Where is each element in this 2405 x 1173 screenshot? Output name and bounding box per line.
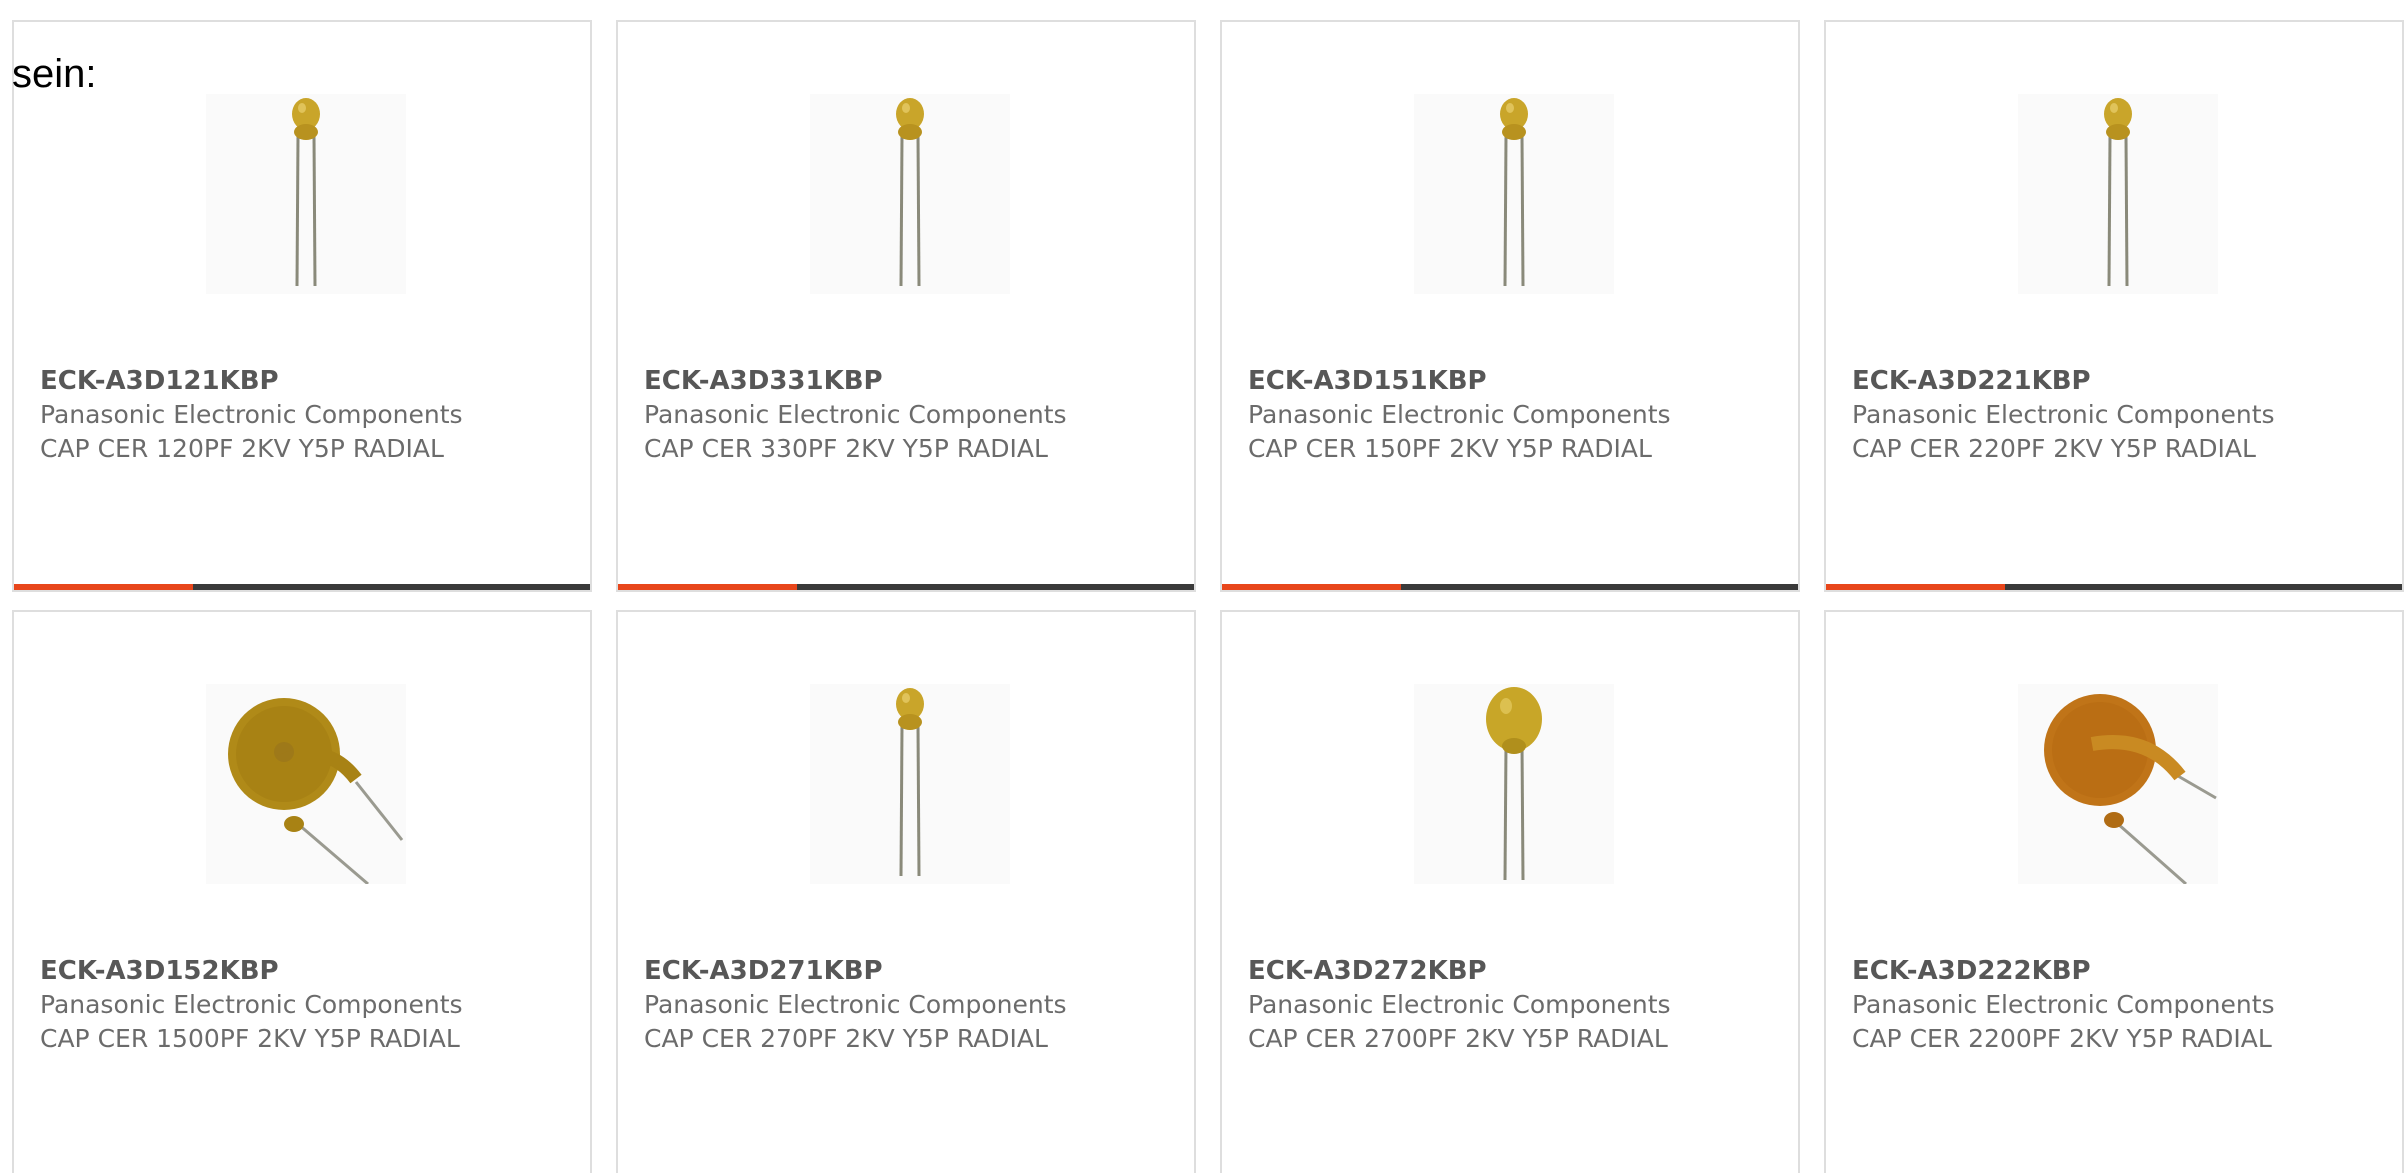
product-image: [2018, 684, 2218, 884]
manufacturer: Panasonic Electronic Components: [40, 400, 463, 429]
part-number[interactable]: ECK-A3D152KBP: [40, 954, 564, 988]
description: CAP CER 2200PF 2KV Y5P RADIAL: [1852, 1024, 2272, 1053]
product-card[interactable]: ECK-A3D151KBP Panasonic Electronic Compo…: [1220, 20, 1800, 592]
product-image: [810, 684, 1010, 884]
product-info: ECK-A3D151KBP Panasonic Electronic Compo…: [1248, 364, 1772, 466]
product-card[interactable]: ECK-A3D271KBP Panasonic Electronic Compo…: [616, 610, 1196, 1173]
product-info: ECK-A3D271KBP Panasonic Electronic Compo…: [644, 954, 1168, 1056]
product-image: [206, 684, 406, 884]
description: CAP CER 220PF 2KV Y5P RADIAL: [1852, 434, 2256, 463]
manufacturer: Panasonic Electronic Components: [40, 990, 463, 1019]
progress-fill: [1826, 584, 2005, 590]
part-number[interactable]: ECK-A3D221KBP: [1852, 364, 2376, 398]
part-number[interactable]: ECK-A3D121KBP: [40, 364, 564, 398]
description: CAP CER 1500PF 2KV Y5P RADIAL: [40, 1024, 460, 1053]
description: CAP CER 150PF 2KV Y5P RADIAL: [1248, 434, 1652, 463]
description: CAP CER 270PF 2KV Y5P RADIAL: [644, 1024, 1048, 1053]
manufacturer: Panasonic Electronic Components: [1248, 400, 1671, 429]
product-info: ECK-A3D221KBP Panasonic Electronic Compo…: [1852, 364, 2376, 466]
description: CAP CER 120PF 2KV Y5P RADIAL: [40, 434, 444, 463]
product-info: ECK-A3D121KBP Panasonic Electronic Compo…: [40, 364, 564, 466]
manufacturer: Panasonic Electronic Components: [644, 990, 1067, 1019]
product-card[interactable]: ECK-A3D272KBP Panasonic Electronic Compo…: [1220, 610, 1800, 1173]
product-info: ECK-A3D331KBP Panasonic Electronic Compo…: [644, 364, 1168, 466]
product-info: ECK-A3D222KBP Panasonic Electronic Compo…: [1852, 954, 2376, 1056]
product-image: [2018, 94, 2218, 294]
product-card[interactable]: ECK-A3D222KBP Panasonic Electronic Compo…: [1824, 610, 2404, 1173]
progress-bar: [14, 584, 590, 590]
product-grid: ECK-A3D121KBP Panasonic Electronic Compo…: [12, 20, 2404, 1173]
description: CAP CER 330PF 2KV Y5P RADIAL: [644, 434, 1048, 463]
product-image: [206, 94, 406, 294]
part-number[interactable]: ECK-A3D271KBP: [644, 954, 1168, 988]
part-number[interactable]: ECK-A3D272KBP: [1248, 954, 1772, 988]
manufacturer: Panasonic Electronic Components: [1248, 990, 1671, 1019]
progress-fill: [1222, 584, 1401, 590]
manufacturer: Panasonic Electronic Components: [1852, 990, 2275, 1019]
product-card[interactable]: ECK-A3D221KBP Panasonic Electronic Compo…: [1824, 20, 2404, 592]
product-card[interactable]: ECK-A3D121KBP Panasonic Electronic Compo…: [12, 20, 592, 592]
product-card[interactable]: ECK-A3D152KBP Panasonic Electronic Compo…: [12, 610, 592, 1173]
manufacturer: Panasonic Electronic Components: [1852, 400, 2275, 429]
product-image: [1414, 684, 1614, 884]
progress-bar: [1826, 584, 2402, 590]
page: sein: ECK-A3D121KBP Panasonic Electronic…: [0, 0, 2405, 1173]
part-number[interactable]: ECK-A3D331KBP: [644, 364, 1168, 398]
progress-fill: [618, 584, 797, 590]
progress-fill: [14, 584, 193, 590]
progress-bar: [618, 584, 1194, 590]
description: CAP CER 2700PF 2KV Y5P RADIAL: [1248, 1024, 1668, 1053]
progress-bar: [1222, 584, 1798, 590]
product-image: [810, 94, 1010, 294]
intro-text: sein:: [12, 52, 97, 96]
product-card[interactable]: ECK-A3D331KBP Panasonic Electronic Compo…: [616, 20, 1196, 592]
product-info: ECK-A3D272KBP Panasonic Electronic Compo…: [1248, 954, 1772, 1056]
part-number[interactable]: ECK-A3D151KBP: [1248, 364, 1772, 398]
manufacturer: Panasonic Electronic Components: [644, 400, 1067, 429]
part-number[interactable]: ECK-A3D222KBP: [1852, 954, 2376, 988]
product-info: ECK-A3D152KBP Panasonic Electronic Compo…: [40, 954, 564, 1056]
product-image: [1414, 94, 1614, 294]
